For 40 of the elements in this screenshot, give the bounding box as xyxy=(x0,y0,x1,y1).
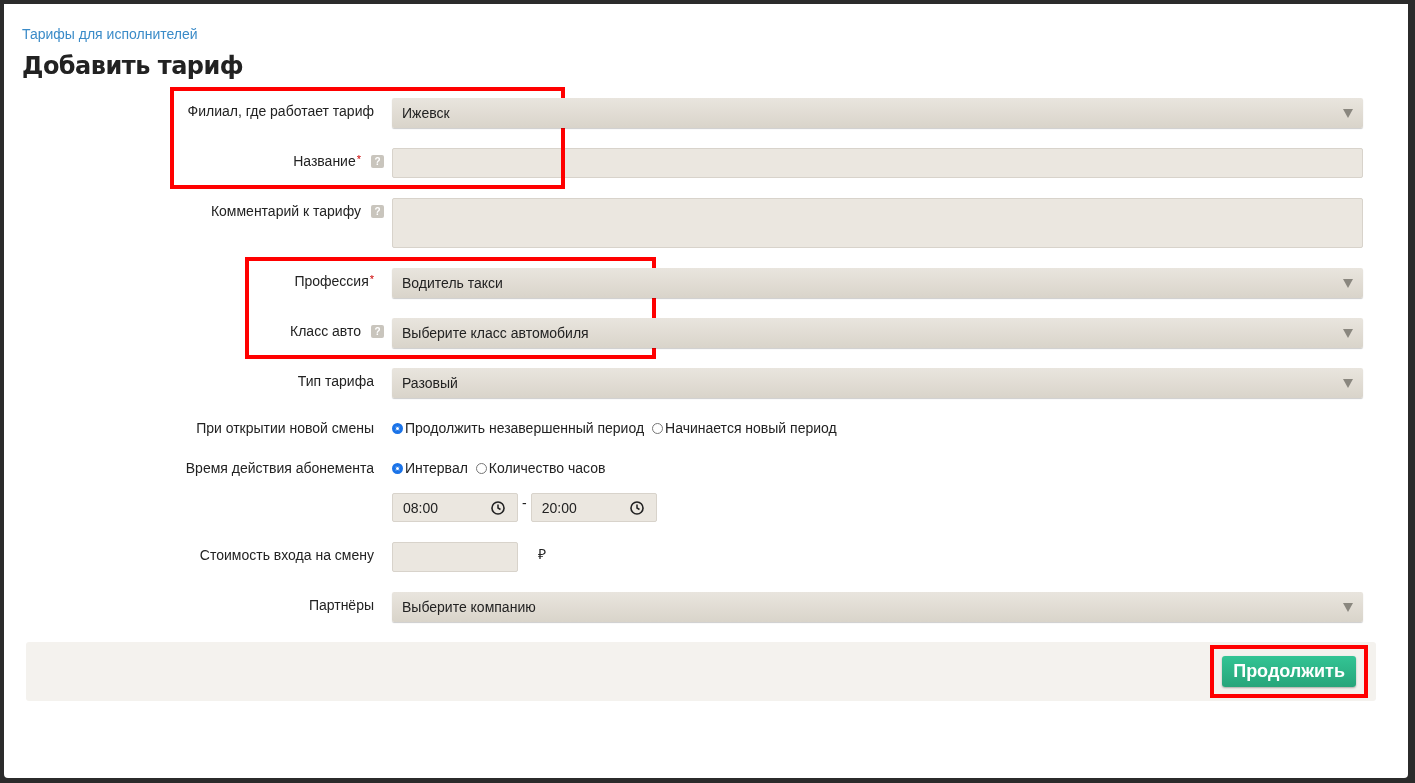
field-label: Профессия xyxy=(294,273,369,289)
dropdown-select[interactable]: Разовый xyxy=(392,368,1363,398)
radio-icon[interactable] xyxy=(475,462,487,474)
currency-sign: ₽ xyxy=(538,545,546,563)
field-label: Партнёры xyxy=(308,597,374,613)
clock-icon xyxy=(491,500,505,515)
field-label: Время действия абонемента xyxy=(185,460,374,476)
breadcrumb-link[interactable]: Тарифы для исполнителей xyxy=(22,26,198,42)
field-label: Класс авто xyxy=(290,323,361,339)
radio-icon[interactable] xyxy=(392,462,403,474)
field-label: Филиал, где работает тариф xyxy=(187,103,374,119)
range-separator: - xyxy=(522,495,527,511)
required-asterisk: * xyxy=(369,273,374,285)
radio-option[interactable]: Интервал xyxy=(392,460,468,476)
radio-option[interactable]: Количество часов xyxy=(475,460,606,476)
field-label: Тип тарифа xyxy=(297,373,374,389)
radio-icon[interactable] xyxy=(652,422,664,434)
field-label: При открытии новой смены xyxy=(196,420,374,436)
dropdown-select[interactable]: Водитель такси xyxy=(392,268,1363,298)
field-label: Название xyxy=(293,153,356,169)
radio-option[interactable]: Продолжить незавершенный период xyxy=(392,420,645,436)
field-label: Стоимость входа на смену xyxy=(199,547,374,563)
cost-input[interactable] xyxy=(392,542,518,572)
page-title: Добавить тариф xyxy=(22,52,245,80)
radio-icon[interactable] xyxy=(392,422,403,434)
dropdown-select[interactable]: Выберите класс автомобиля xyxy=(392,318,1363,348)
caret-icon xyxy=(1343,109,1353,118)
caret-icon xyxy=(1343,279,1353,288)
caret-icon xyxy=(1343,603,1353,612)
time-input[interactable]: 20:00 xyxy=(530,493,657,522)
dropdown-select[interactable]: Ижевск xyxy=(392,98,1363,128)
radio-option[interactable]: Начинается новый период xyxy=(652,420,837,436)
caret-icon xyxy=(1343,329,1353,338)
field-label: Комментарий к тарифу xyxy=(210,203,361,219)
dropdown-select[interactable]: Выберите компанию xyxy=(392,592,1363,622)
text-input[interactable] xyxy=(392,148,1363,178)
required-asterisk: * xyxy=(356,153,361,165)
time-input[interactable]: 08:00 xyxy=(392,493,518,522)
clock-icon xyxy=(629,500,644,515)
caret-icon xyxy=(1343,379,1353,388)
